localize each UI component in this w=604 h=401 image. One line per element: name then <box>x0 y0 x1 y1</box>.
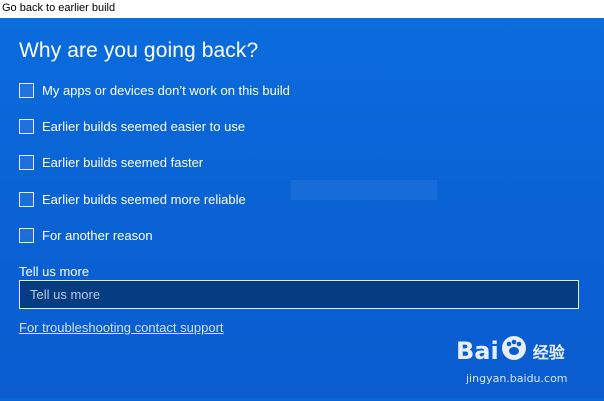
contact-support-link[interactable]: For troubleshooting contact support <box>19 320 224 335</box>
option-reliable[interactable]: Earlier builds seemed more reliable <box>19 189 246 209</box>
watermark-brand-right: 经验 <box>532 343 565 362</box>
window-title: Go back to earlier build <box>0 0 604 18</box>
option-label: Earlier builds seemed easier to use <box>42 118 246 134</box>
paw-icon <box>501 335 527 367</box>
watermark-brand-left: Bai <box>456 337 499 365</box>
checkbox[interactable] <box>19 227 34 243</box>
option-label: For another reason <box>42 227 153 243</box>
option-label: My apps or devices don’t work on this bu… <box>42 82 290 98</box>
watermark-url: jingyan.baidu.com <box>466 372 568 385</box>
checkbox[interactable] <box>19 154 34 170</box>
option-apps-devices[interactable]: My apps or devices don’t work on this bu… <box>19 80 290 100</box>
option-label: Earlier builds seemed more reliable <box>42 191 246 207</box>
option-label: Earlier builds seemed faster <box>42 154 204 170</box>
option-easier[interactable]: Earlier builds seemed easier to use <box>19 116 245 136</box>
option-another-reason[interactable]: For another reason <box>19 225 153 245</box>
checkbox[interactable] <box>19 191 34 207</box>
tell-us-more-input[interactable] <box>19 280 579 309</box>
option-faster[interactable]: Earlier builds seemed faster <box>19 152 203 172</box>
dialog-panel: Why are you going back? My apps or devic… <box>0 18 604 398</box>
tell-us-more-label: Tell us more <box>19 264 90 279</box>
checkbox[interactable] <box>19 82 34 98</box>
faint-background-element <box>291 180 437 200</box>
dialog-heading: Why are you going back? <box>19 39 259 62</box>
checkbox[interactable] <box>19 118 34 134</box>
baidu-watermark: Bai 经验 jingyan.baidu.com <box>456 331 596 401</box>
